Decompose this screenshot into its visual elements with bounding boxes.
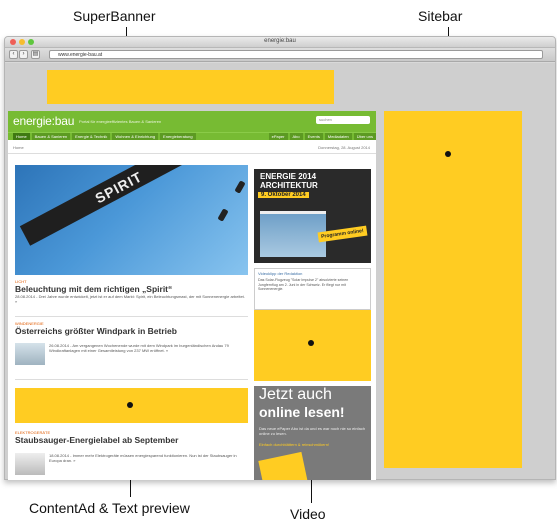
nav-item-beratung[interactable]: Energieberatung	[160, 133, 196, 140]
divider	[15, 379, 248, 380]
epaper-line-1: Jetzt auch	[259, 386, 332, 403]
callout-dot-video	[308, 340, 314, 346]
hero-image[interactable]: SPIRIT	[15, 165, 248, 275]
annotated-layout: SuperBanner Sitebar ContentAd & Text pre…	[0, 0, 557, 522]
nav-item-events[interactable]: Events	[304, 133, 323, 140]
epaper-ad[interactable]: Jetzt auch online lesen! Das neue ePaper…	[254, 386, 371, 480]
bookmarks-icon[interactable]: ▤	[31, 50, 40, 59]
hero-image-text: SPIRIT	[92, 168, 146, 207]
website-page: energie:bau Portal für energieeffiziente…	[8, 111, 376, 480]
lamp-icon	[234, 180, 246, 194]
back-button[interactable]: ‹	[9, 50, 18, 59]
nav-item-wohnen[interactable]: Wohnen & Einrichtung	[112, 133, 159, 140]
callout-video: Video	[290, 506, 326, 522]
site-tagline: Portal für energieeffizientes Bauen & Sa…	[79, 119, 162, 124]
article-title[interactable]: Österreichs größter Windpark in Betrieb	[15, 326, 248, 336]
site-logo[interactable]: energie:bau	[13, 114, 74, 128]
event-promo-banner[interactable]: ENERGIE 2014 ARCHITEKTUR 9. Oktober 2014…	[254, 169, 371, 263]
nav-item-energie[interactable]: Energie & Technik	[72, 133, 111, 140]
article-item[interactable]: Windenergie Österreichs größter Windpark…	[15, 321, 248, 336]
nav-item-ueber-uns[interactable]: Über uns	[353, 133, 376, 140]
breadcrumb[interactable]: Home	[13, 145, 24, 150]
article-item[interactable]: Elektrogeräte Staubsauger-Energielabel a…	[15, 430, 248, 445]
video-box-heading[interactable]: Videoklipp der Redaktion	[255, 269, 370, 278]
breadcrumb-bar: Home Donnerstag, 28. August 2014	[8, 140, 376, 154]
epaper-line-2: online lesen!	[259, 404, 345, 420]
nav-item-abo[interactable]: Abo	[289, 133, 303, 140]
main-nav: Home Bauen & Sanieren Energie & Technik …	[8, 132, 376, 140]
vacuum-thumbnail[interactable]	[15, 453, 45, 475]
nav-item-mediadaten[interactable]: Mediadaten	[324, 133, 352, 140]
article-teaser: 28.08.2014 - Drei Jahre wurde entwickelt…	[15, 294, 245, 304]
article-teaser: 26.08.2014 - Am vergangenen Wochenende w…	[49, 343, 229, 353]
address-bar[interactable]: www.energie-bau.at	[49, 50, 543, 59]
callout-contentad: ContentAd & Text preview	[29, 500, 190, 516]
nav-item-epaper[interactable]: ePaper	[268, 133, 288, 140]
epaper-text: Das neue ePaper Abo ist da und es war no…	[259, 426, 366, 436]
nav-item-home[interactable]: Home	[13, 133, 30, 140]
building-image	[260, 211, 326, 257]
lamp-icon	[217, 208, 229, 222]
lamp-pole-shape: SPIRIT	[19, 165, 248, 246]
divider	[15, 316, 248, 317]
site-header: energie:bau Portal für energieeffiziente…	[8, 111, 376, 132]
promo-date: 9. Oktober 2014	[258, 192, 309, 198]
windpark-thumbnail[interactable]	[15, 343, 45, 365]
forward-button[interactable]: ›	[19, 50, 28, 59]
nav-item-bauen[interactable]: Bauen & Sanieren	[31, 133, 71, 140]
title-bar: energie:bau	[5, 37, 555, 48]
article-title[interactable]: Beleuchtung mit dem richtigen „Spirit“	[15, 284, 248, 294]
promo-line-2: ARCHITEKTUR	[260, 181, 318, 190]
callout-dot-sitebar	[445, 151, 451, 157]
callout-superbanner: SuperBanner	[73, 8, 156, 24]
promo-line-1: ENERGIE 2014	[260, 172, 317, 181]
superbanner-ad-slot[interactable]	[47, 70, 334, 104]
article-item[interactable]: Licht Beleuchtung mit dem richtigen „Spi…	[15, 279, 248, 304]
search-input[interactable]: suchen	[316, 116, 370, 124]
video-box-text: Das Solar-Flugzeug "Solar Impulse 2" abs…	[258, 278, 349, 291]
sitebar-ad-slot[interactable]	[384, 111, 522, 468]
article-teaser: 18.08.2014 - Immer mehr Elektrogeräte mü…	[49, 453, 237, 463]
epaper-link[interactable]: Einfach durchblättern & reinschmökern!	[259, 442, 329, 447]
window-title: energie:bau	[264, 38, 296, 44]
video-teaser-box: Videoklipp der Redaktion Das Solar-Flugz…	[254, 268, 371, 310]
callout-sitebar: Sitebar	[418, 8, 463, 24]
magazine-cover-image	[258, 451, 310, 480]
article-title[interactable]: Staubsauger-Energielabel ab September	[15, 435, 248, 445]
callout-dot-contentad	[127, 402, 133, 408]
browser-toolbar: ‹ › ▤ www.energie-bau.at	[5, 48, 555, 62]
current-date: Donnerstag, 28. August 2014	[318, 145, 370, 150]
